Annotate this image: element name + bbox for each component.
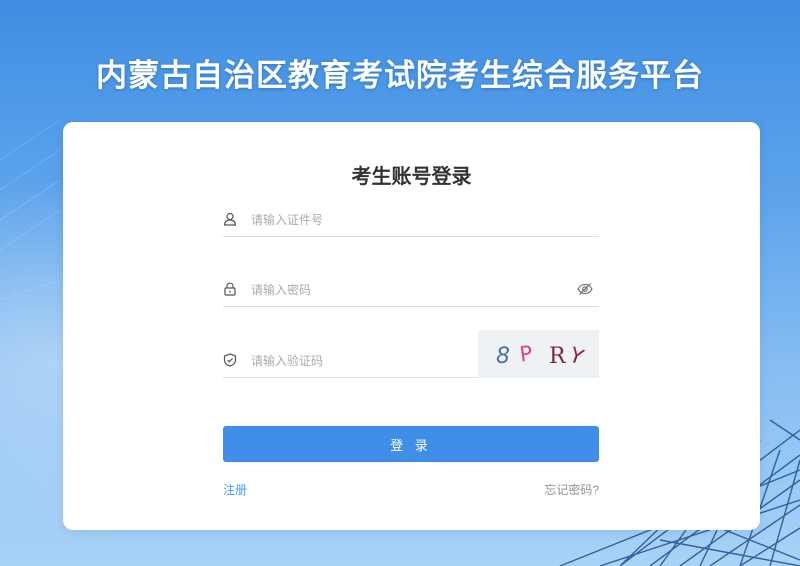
captcha-input[interactable]: [249, 349, 473, 373]
eye-off-icon[interactable]: [577, 282, 593, 296]
lock-icon: [224, 282, 236, 296]
forgot-password-link[interactable]: 忘记密码?: [544, 481, 599, 498]
id-number-field: [223, 202, 599, 237]
login-card-title: 考生账号登录: [351, 164, 472, 188]
captcha-field: [223, 343, 478, 378]
svg-text:P: P: [518, 341, 534, 367]
password-input[interactable]: [249, 278, 553, 302]
login-button[interactable]: 登 录: [223, 426, 599, 462]
svg-text:R: R: [549, 344, 567, 369]
captcha-image[interactable]: 8 P R Y: [478, 330, 599, 378]
svg-text:8: 8: [496, 344, 510, 369]
register-link[interactable]: 注册: [223, 481, 247, 498]
login-card: 考生账号登录 8 P R Y 登 录 注册 忘: [63, 122, 760, 530]
page-title: 内蒙古自治区教育考试院考生综合服务平台: [96, 58, 704, 94]
password-field: [223, 272, 599, 307]
svg-text:Y: Y: [565, 342, 586, 369]
shield-check-icon: [223, 353, 237, 367]
user-icon: [223, 212, 237, 226]
id-number-input[interactable]: [249, 208, 553, 232]
